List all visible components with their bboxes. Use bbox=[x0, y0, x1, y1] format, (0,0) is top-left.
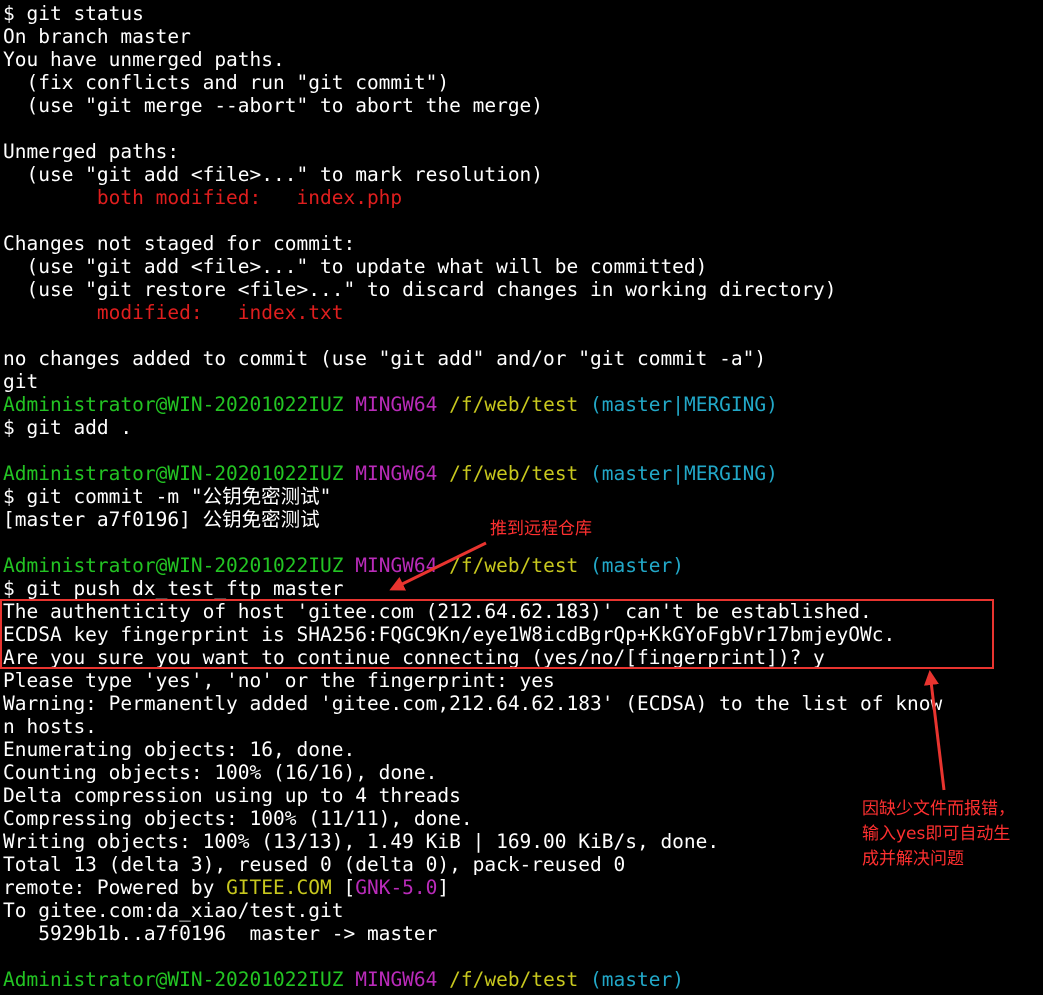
terminal-text-segment: (use "git add <file>..." to mark resolut… bbox=[3, 163, 544, 186]
terminal-line: remote: Powered by GITEE.COM [GNK-5.0] bbox=[3, 876, 1043, 899]
terminal-text-segment: [ bbox=[331, 876, 356, 899]
terminal-text-segment: (master|MERGING) bbox=[590, 393, 778, 416]
terminal-text-segment: Administrator@WIN-20201022IUZ bbox=[3, 554, 344, 577]
terminal-text-segment: (master|MERGING) bbox=[590, 462, 778, 485]
terminal-text-segment: (master) bbox=[590, 968, 684, 991]
terminal-text-segment: $ git push dx_test_ftp master bbox=[3, 577, 344, 600]
terminal-line: $ git commit -m "公钥免密测试" bbox=[3, 485, 1043, 508]
terminal-line: (use "git add <file>..." to update what … bbox=[3, 255, 1043, 278]
terminal-line: Administrator@WIN-20201022IUZ MINGW64 /f… bbox=[3, 393, 1043, 416]
terminal-text-segment: (master) bbox=[590, 554, 684, 577]
terminal-text-segment: You have unmerged paths. bbox=[3, 48, 285, 71]
terminal-text-segment: MINGW64 bbox=[355, 554, 438, 577]
terminal-line: 5929b1b..a7f0196 master -> master bbox=[3, 922, 1043, 945]
terminal-text-segment: On branch master bbox=[3, 25, 191, 48]
terminal-text-segment: GNK-5.0 bbox=[355, 876, 438, 899]
terminal-line: (use "git add <file>..." to mark resolut… bbox=[3, 163, 1043, 186]
terminal-text-segment: Administrator@WIN-20201022IUZ bbox=[3, 462, 344, 485]
terminal-line: $ git status bbox=[3, 2, 1043, 25]
terminal-text-segment: /f/web/test bbox=[449, 554, 579, 577]
terminal-line: git bbox=[3, 370, 1043, 393]
terminal-text-segment: (use "git add <file>..." to update what … bbox=[3, 255, 708, 278]
terminal-line: modified: index.txt bbox=[3, 301, 1043, 324]
terminal-line: Administrator@WIN-20201022IUZ MINGW64 /f… bbox=[3, 968, 1043, 991]
terminal-text-segment: (use "git merge --abort" to abort the me… bbox=[3, 94, 544, 117]
terminal-text-segment: n hosts. bbox=[3, 715, 97, 738]
annotation-yes-note: 因缺少文件而报错， 输入yes即可自动生 成并解决问题 bbox=[862, 799, 1015, 869]
terminal-text-segment: To gitee.com:da_xiao/test.git bbox=[3, 899, 344, 922]
terminal-line: Please type 'yes', 'no' or the fingerpri… bbox=[3, 669, 1043, 692]
terminal-text-segment: $ git status bbox=[3, 2, 144, 25]
terminal-text-segment: Counting objects: 100% (16/16), done. bbox=[3, 761, 438, 784]
terminal-text-segment: (use "git restore <file>..." to discard … bbox=[3, 278, 837, 301]
terminal-text-segment: Delta compression using up to 4 threads bbox=[3, 784, 461, 807]
terminal-text-segment: Changes not staged for commit: bbox=[3, 232, 356, 255]
terminal-text-segment: /f/web/test bbox=[449, 393, 579, 416]
terminal-text-segment: GITEE.COM bbox=[226, 876, 332, 899]
terminal-text-segment: Enumerating objects: 16, done. bbox=[3, 738, 356, 761]
terminal-line: On branch master bbox=[3, 25, 1043, 48]
terminal-text-segment: $ git commit -m "公钥免密测试" bbox=[3, 485, 332, 508]
terminal-text-segment: Please type 'yes', 'no' or the fingerpri… bbox=[3, 669, 555, 692]
terminal-text-segment: Administrator@WIN-20201022IUZ bbox=[3, 968, 344, 991]
terminal-text-segment: ] bbox=[437, 876, 450, 899]
terminal-line: n hosts. bbox=[3, 715, 1043, 738]
terminal-text-segment: MINGW64 bbox=[355, 393, 438, 416]
terminal-text-segment: MINGW64 bbox=[355, 462, 438, 485]
terminal-text-segment: remote: Powered by bbox=[3, 876, 227, 899]
terminal-text-segment: [master a7f0196] 公钥免密测试 bbox=[3, 508, 320, 531]
terminal-line: To gitee.com:da_xiao/test.git bbox=[3, 899, 1043, 922]
terminal-text-segment: MINGW64 bbox=[355, 968, 438, 991]
terminal-line: (use "git merge --abort" to abort the me… bbox=[3, 94, 1043, 117]
terminal-text-segment: git bbox=[3, 370, 39, 393]
terminal-line: (use "git restore <file>..." to discard … bbox=[3, 278, 1043, 301]
terminal-text-segment: 5929b1b..a7f0196 master -> master bbox=[3, 922, 438, 945]
terminal-text-segment: $ git add . bbox=[3, 416, 133, 439]
terminal-text-segment: Writing objects: 100% (13/13), 1.49 KiB … bbox=[3, 830, 720, 853]
terminal-line: (fix conflicts and run "git commit") bbox=[3, 71, 1043, 94]
terminal-text-segment: /f/web/test bbox=[449, 462, 579, 485]
terminal-text-segment: Compressing objects: 100% (11/11), done. bbox=[3, 807, 473, 830]
annotation-push-note: 推到远程仓库 bbox=[490, 519, 592, 539]
terminal-line: no changes added to commit (use "git add… bbox=[3, 347, 1043, 370]
terminal-line: Warning: Permanently added 'gitee.com,21… bbox=[3, 692, 1043, 715]
terminal-line: $ git add . bbox=[3, 416, 1043, 439]
terminal-text-segment: (fix conflicts and run "git commit") bbox=[3, 71, 450, 94]
highlight-box bbox=[0, 599, 994, 669]
terminal-text-segment: Administrator@WIN-20201022IUZ bbox=[3, 393, 344, 416]
terminal-line: You have unmerged paths. bbox=[3, 48, 1043, 71]
terminal-text-segment: /f/web/test bbox=[449, 968, 579, 991]
terminal-text-segment: Unmerged paths: bbox=[3, 140, 180, 163]
terminal-text-segment: modified: index.txt bbox=[3, 301, 344, 324]
terminal-line: Changes not staged for commit: bbox=[3, 232, 1043, 255]
terminal-text-segment: both modified: index.php bbox=[3, 186, 403, 209]
terminal-text-segment: Total 13 (delta 3), reused 0 (delta 0), … bbox=[3, 853, 626, 876]
terminal-line: $ git push dx_test_ftp master bbox=[3, 577, 1043, 600]
terminal-line: Enumerating objects: 16, done. bbox=[3, 738, 1043, 761]
terminal-text-segment: Warning: Permanently added 'gitee.com,21… bbox=[3, 692, 943, 715]
terminal-line: Counting objects: 100% (16/16), done. bbox=[3, 761, 1043, 784]
terminal-text-segment: no changes added to commit (use "git add… bbox=[3, 347, 767, 370]
terminal-line: both modified: index.php bbox=[3, 186, 1043, 209]
terminal-line: Administrator@WIN-20201022IUZ MINGW64 /f… bbox=[3, 462, 1043, 485]
terminal-line: Administrator@WIN-20201022IUZ MINGW64 /f… bbox=[3, 554, 1043, 577]
terminal-line: Unmerged paths: bbox=[3, 140, 1043, 163]
